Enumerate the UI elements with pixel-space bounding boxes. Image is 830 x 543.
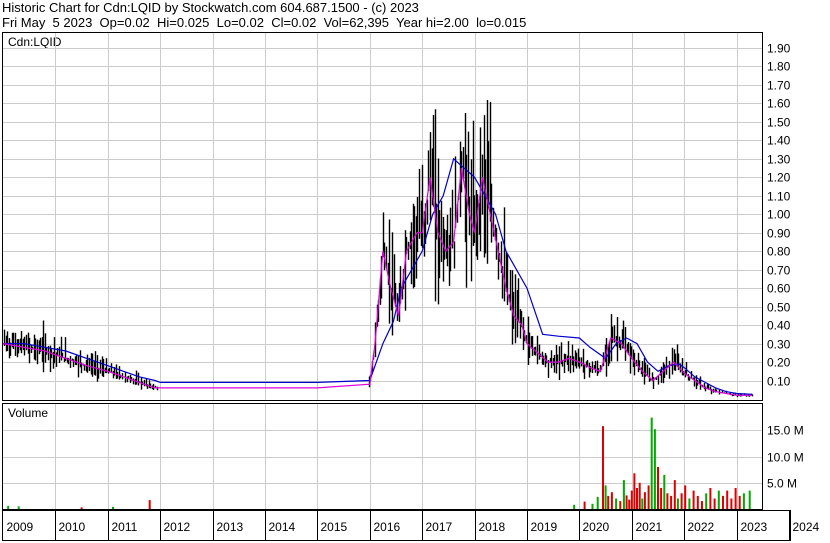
volume-bar: [676, 498, 679, 509]
volume-bar: [604, 485, 607, 509]
volume-bar: [742, 493, 745, 510]
year-tick-label: 2012: [164, 520, 191, 534]
volume-bar: [717, 490, 720, 509]
volume-bar: [748, 490, 751, 509]
volume-bar: [657, 467, 659, 509]
moving-average-line: [3, 157, 753, 395]
year-tick-label: 2010: [59, 520, 86, 534]
price-tick-label: 1.90: [767, 42, 791, 56]
volume-bar: [607, 495, 610, 509]
volume-bar: [692, 490, 695, 509]
volume-tick-label: 5.0 M: [767, 477, 797, 491]
volume-bar: [583, 501, 586, 509]
volume-bar: [726, 490, 729, 509]
volume-bar: [705, 493, 708, 510]
volume-bar: [630, 490, 633, 509]
price-tick-label: 1.40: [767, 134, 791, 148]
year-tick-label: 2022: [688, 520, 715, 534]
year-tick-label: 2019: [531, 520, 558, 534]
year-tick-label: 2018: [479, 520, 506, 534]
price-tick-label: 1.70: [767, 79, 791, 93]
volume-bar: [591, 503, 594, 510]
volume-bar: [680, 493, 683, 510]
volume-axis: 15.0 M 10.0 M 5.0 M: [767, 424, 804, 491]
price-tick-label: 0.70: [767, 264, 791, 278]
volume-panel-title: Volume: [8, 406, 48, 420]
volume-bar: [610, 492, 613, 509]
volume-tick-label: 15.0 M: [767, 424, 804, 438]
year-tick-label: 2024: [793, 520, 820, 534]
price-tick-label: 1.60: [767, 97, 791, 111]
year-tick-label: 2014: [269, 520, 296, 534]
price-tick-label: 0.50: [767, 301, 791, 315]
year-tick-label: 2016: [374, 520, 401, 534]
year-tick-label: 2015: [321, 520, 348, 534]
price-symbol-label: Cdn:LQID: [8, 35, 62, 49]
volume-bar: [734, 488, 737, 509]
volume-bar: [17, 506, 20, 509]
volume-bar: [112, 506, 114, 509]
price-tick-label: 1.10: [767, 190, 791, 204]
date-axis: 2009 2010 2011 2012 2013 2014 2015 2016 2017 2018…: [7, 511, 820, 540]
price-tick-label: 0.60: [767, 282, 791, 296]
volume-bar: [684, 485, 687, 509]
year-tick-label: 2021: [636, 520, 663, 534]
price-tick-label: 0.40: [767, 319, 791, 333]
volume-bar: [573, 504, 576, 509]
volume-bar: [638, 482, 641, 510]
price-tick-label: 1.20: [767, 171, 791, 185]
volume-bar: [722, 495, 724, 509]
volume-bar: [660, 488, 663, 509]
year-tick-label: 2023: [741, 520, 768, 534]
volume-bar: [730, 498, 733, 509]
volume-bar: [615, 498, 618, 509]
price-tick-label: 1.30: [767, 153, 791, 167]
volume-bar: [738, 495, 741, 509]
volume-bar: [663, 474, 666, 509]
price-tick-label: 1.00: [767, 208, 791, 222]
price-tick-label: 0.20: [767, 356, 791, 370]
price-tick-label: 1.80: [767, 60, 791, 74]
volume-bar: [596, 496, 599, 509]
year-tick-label: 2009: [7, 520, 34, 534]
volume-bar: [643, 492, 646, 509]
moving-average-lines: [2, 157, 753, 396]
year-tick-label: 2011: [112, 520, 138, 534]
stock-chart: Cdn:LQID 1.90 1.80 1.70 1.60 1.50 1.40 1.30 1.2…: [2, 32, 820, 541]
volume-bar: [7, 505, 10, 509]
volume-bar: [673, 480, 676, 509]
volume-bars: [7, 417, 751, 510]
volume-bar: [650, 417, 653, 509]
volume-bar: [633, 473, 636, 509]
volume-bar: [696, 495, 699, 509]
volume-bar: [641, 498, 644, 509]
volume-bar: [670, 495, 673, 509]
volume-bar: [148, 500, 151, 509]
price-tick-label: 0.30: [767, 338, 791, 352]
volume-bar: [709, 488, 712, 509]
price-tick-label: 0.80: [767, 245, 791, 259]
price-tick-label: 1.50: [767, 116, 791, 130]
volume-bar: [628, 499, 631, 509]
volume-bar: [602, 426, 604, 509]
price-tick-label: 0.10: [767, 375, 791, 389]
volume-bar: [625, 495, 628, 509]
price-ohlc-bars: [3, 99, 754, 398]
volume-bar: [653, 429, 656, 509]
volume-bar: [636, 488, 638, 509]
year-tick-label: 2017: [426, 520, 453, 534]
volume-bar: [713, 498, 716, 509]
volume-bar: [701, 501, 703, 509]
volume-bar: [622, 480, 625, 509]
volume-bar: [666, 493, 669, 510]
volume-bar: [619, 501, 622, 509]
price-tick-label: 0.90: [767, 227, 791, 241]
price-axis: 1.90 1.80 1.70 1.60 1.50 1.40 1.30 1.20 1.10 1.00…: [767, 42, 791, 389]
year-tick-label: 2020: [583, 520, 610, 534]
volume-bar: [647, 485, 650, 509]
year-tick-label: 2013: [217, 520, 244, 534]
volume-bar: [688, 498, 691, 509]
volume-tick-label: 10.0 M: [767, 451, 804, 465]
volume-bar: [80, 507, 83, 509]
